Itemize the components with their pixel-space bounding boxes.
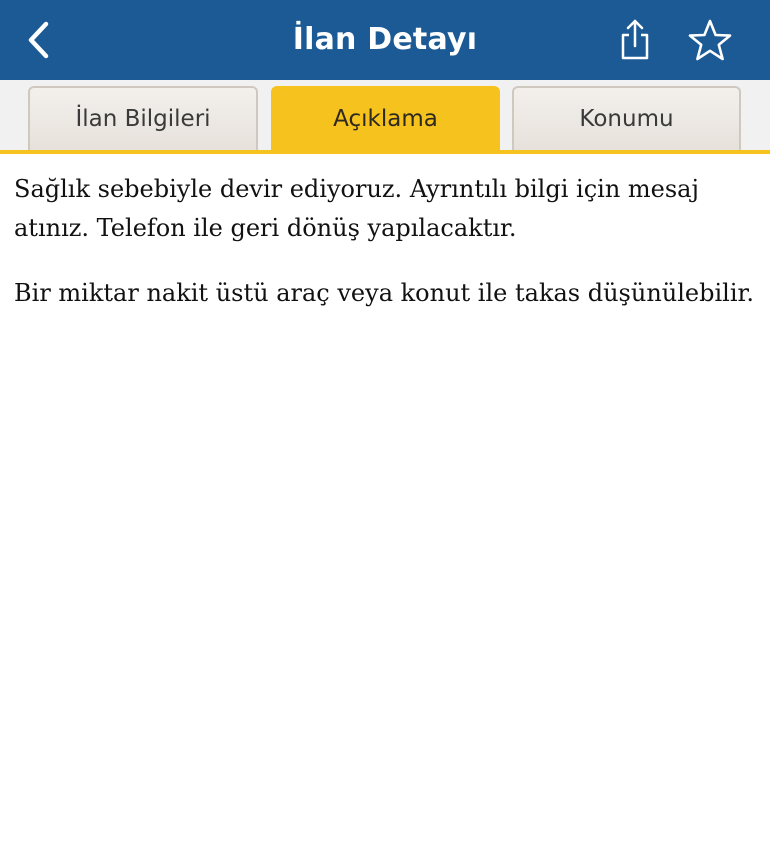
chevron-left-icon	[28, 21, 49, 59]
tab-label: Konumu	[579, 106, 674, 132]
tab-label: İlan Bilgileri	[75, 106, 211, 132]
tab-label: Açıklama	[333, 106, 438, 132]
screen: İlan Detayı İlan Bilgileri Açıklama Konu…	[0, 0, 770, 841]
description-paragraph: Sağlık sebebiyle devir ediyoruz. Ayrıntı…	[14, 175, 699, 242]
tab-ilan-bilgileri[interactable]: İlan Bilgileri	[28, 86, 258, 150]
description-content: Sağlık sebebiyle devir ediyoruz. Ayrıntı…	[14, 170, 754, 313]
star-outline-icon	[688, 19, 732, 61]
active-tab-underline	[0, 150, 770, 154]
tab-aciklama[interactable]: Açıklama	[271, 86, 500, 150]
favorite-button[interactable]	[680, 0, 740, 80]
navigation-bar: İlan Detayı	[0, 0, 770, 80]
back-button[interactable]	[8, 0, 68, 80]
share-icon	[621, 19, 649, 60]
tab-konumu[interactable]: Konumu	[512, 86, 741, 150]
description-paragraph: Bir miktar nakit üstü araç veya konut il…	[14, 279, 754, 307]
share-button[interactable]	[605, 0, 665, 80]
